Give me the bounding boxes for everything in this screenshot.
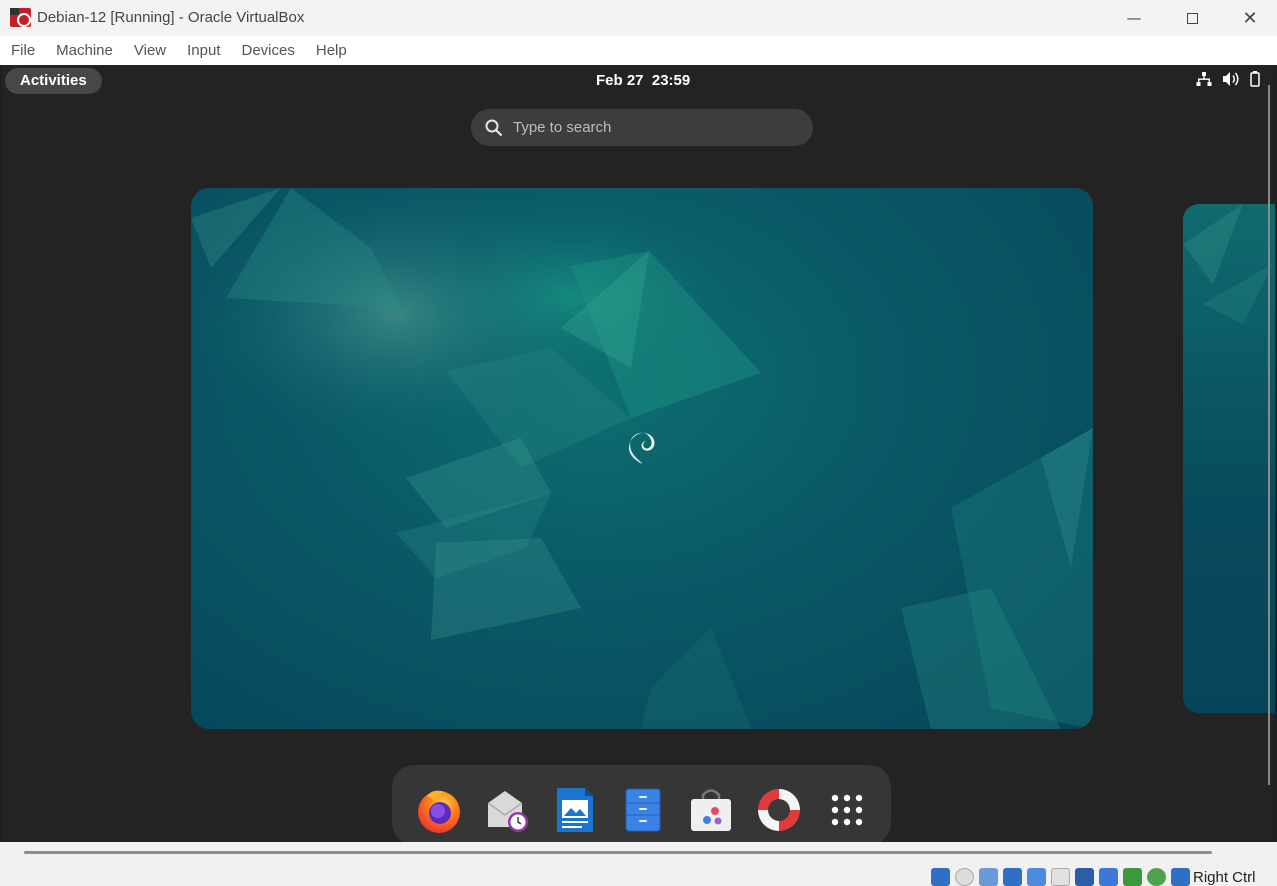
close-button[interactable]: ✕ [1221, 0, 1277, 36]
maximize-button[interactable] [1163, 0, 1221, 36]
show-apps-icon[interactable] [822, 785, 872, 835]
menu-devices[interactable]: Devices [242, 42, 295, 59]
mouse-integration-icon[interactable] [1147, 868, 1166, 886]
workspace-thumbnail[interactable] [191, 188, 1093, 729]
system-tray[interactable] [1196, 71, 1260, 87]
audio-icon[interactable] [979, 868, 998, 886]
menu-bar: File Machine View Input Devices Help [0, 36, 1277, 65]
search-bar[interactable] [471, 109, 813, 146]
network-icon [1196, 72, 1212, 86]
libreoffice-writer-icon[interactable] [550, 785, 600, 835]
minimize-button[interactable]: — [1105, 0, 1163, 36]
battery-icon [1250, 71, 1260, 87]
debian-swirl-icon [629, 432, 655, 464]
title-bar: Debian-12 [Running] - Oracle VirtualBox … [0, 0, 1277, 36]
host-key-label: Right Ctrl [1193, 869, 1256, 886]
window-title: Debian-12 [Running] - Oracle VirtualBox [37, 9, 305, 26]
next-workspace-thumbnail[interactable] [1183, 204, 1275, 713]
files-icon[interactable] [618, 785, 668, 835]
usb-icon[interactable] [1027, 868, 1046, 886]
network-icon[interactable] [1003, 868, 1022, 886]
firefox-icon[interactable] [414, 785, 464, 835]
hard-disk-icon[interactable] [931, 868, 950, 886]
menu-view[interactable]: View [134, 42, 166, 59]
display-icon[interactable] [1075, 868, 1094, 886]
wallpaper-graphic [1183, 204, 1273, 324]
video-capture-icon[interactable] [1099, 868, 1118, 886]
help-icon[interactable] [754, 785, 804, 835]
status-bar: Right Ctrl [0, 842, 1277, 886]
maximize-icon [1186, 12, 1198, 24]
keyboard-icon[interactable] [1171, 868, 1190, 886]
search-icon [485, 119, 503, 137]
evolution-mail-icon[interactable] [482, 785, 532, 835]
shared-folders-icon[interactable] [1051, 868, 1070, 886]
volume-icon [1223, 72, 1239, 86]
menu-input[interactable]: Input [187, 42, 220, 59]
activities-button[interactable]: Activities [5, 68, 102, 94]
search-input[interactable] [513, 109, 803, 146]
horizontal-scrollbar[interactable] [24, 851, 1212, 854]
menu-help[interactable]: Help [316, 42, 347, 59]
menu-file[interactable]: File [11, 42, 35, 59]
gnome-top-bar: Activities Feb 27 23:59 [2, 65, 1275, 97]
status-icons [931, 868, 1190, 886]
virtualbox-logo-icon [10, 8, 31, 27]
menu-machine[interactable]: Machine [56, 42, 113, 59]
guest-display[interactable]: Activities Feb 27 23:59 [2, 65, 1275, 842]
overview-scrollbar[interactable] [1268, 85, 1270, 785]
optical-drive-icon[interactable] [955, 868, 974, 886]
software-icon[interactable] [686, 785, 736, 835]
clock[interactable]: Feb 27 23:59 [596, 72, 690, 89]
dash-dock [392, 765, 891, 842]
recording-icon[interactable] [1123, 868, 1142, 886]
